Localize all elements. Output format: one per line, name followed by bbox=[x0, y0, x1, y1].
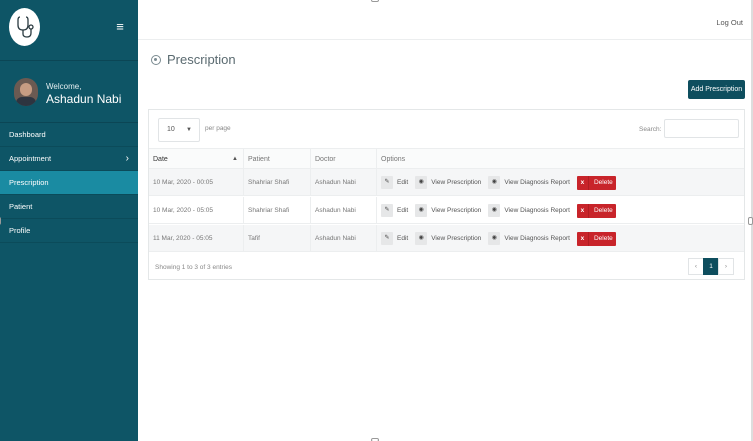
delete-label: Delete bbox=[593, 178, 613, 186]
user-panel: Welcome, Ashadun Nabi bbox=[14, 76, 121, 106]
menu-icon[interactable]: ≡ bbox=[112, 19, 128, 35]
cell-date: 10 Mar, 2020 - 05:05 bbox=[149, 197, 244, 224]
page-title: Prescription bbox=[151, 52, 236, 67]
cell-patient: Tafif bbox=[244, 225, 311, 252]
circle-dot-icon bbox=[151, 54, 161, 65]
view-diagnosis-report-button[interactable]: View Diagnosis Report bbox=[504, 197, 570, 224]
delete-label: Delete bbox=[593, 206, 613, 214]
eye-icon[interactable]: ◉ bbox=[488, 204, 501, 217]
chevron-right-icon: › bbox=[125, 153, 129, 164]
next-page-button[interactable]: › bbox=[718, 258, 734, 275]
edit-button[interactable]: Edit bbox=[397, 197, 408, 224]
column-header-patient[interactable]: Patient bbox=[244, 149, 311, 170]
username: Ashadun Nabi bbox=[46, 92, 122, 106]
main-content: Log Out Prescription Add Prescription 10… bbox=[138, 0, 753, 441]
cell-doctor: Ashadun Nabi bbox=[311, 169, 377, 196]
cell-doctor: Ashadun Nabi bbox=[311, 197, 377, 224]
view-prescription-button[interactable]: View Prescription bbox=[431, 197, 481, 224]
table-header: Date ▲ Patient Doctor Options bbox=[149, 148, 744, 170]
avatar bbox=[14, 78, 38, 106]
table-row: 11 Mar, 2020 - 05:05 Tafif Ashadun Nabi … bbox=[149, 225, 744, 252]
sidebar-item-label: Dashboard bbox=[9, 130, 46, 139]
sidebar-item-label: Appointment bbox=[9, 154, 52, 163]
stethoscope-icon[interactable] bbox=[9, 8, 40, 46]
eye-icon[interactable]: ◉ bbox=[488, 176, 501, 189]
prescription-table-card: 10 ▼ per page Search: Date ▲ Patient Doc… bbox=[148, 109, 745, 280]
add-prescription-button[interactable]: Add Prescription bbox=[688, 80, 745, 99]
divider bbox=[0, 60, 138, 61]
table-row: 10 Mar, 2020 - 00:05 Shahriar Shafi Asha… bbox=[149, 169, 744, 196]
sidebar-item-label: Patient bbox=[9, 202, 33, 211]
sidebar-item-label: Prescription bbox=[9, 178, 49, 187]
resize-handle[interactable] bbox=[371, 0, 379, 2]
sidebar-item-dashboard[interactable]: Dashboard bbox=[0, 123, 138, 147]
delete-label: Delete bbox=[593, 234, 613, 242]
page-title-text: Prescription bbox=[167, 52, 236, 67]
column-header-label: Patient bbox=[248, 156, 270, 163]
delete-button[interactable]: x Delete bbox=[576, 231, 616, 246]
view-diagnosis-report-button[interactable]: View Diagnosis Report bbox=[504, 225, 570, 252]
sidebar-item-prescription[interactable]: Prescription bbox=[0, 171, 138, 195]
close-icon: x bbox=[577, 203, 589, 218]
per-page-select[interactable]: 10 ▼ bbox=[158, 118, 200, 142]
sort-asc-icon: ▲ bbox=[232, 156, 238, 162]
search-label: Search: bbox=[639, 126, 662, 133]
column-header-options: Options bbox=[377, 149, 744, 170]
cell-patient: Shahriar Shafi bbox=[244, 197, 311, 224]
eye-icon[interactable]: ◉ bbox=[488, 232, 501, 245]
sidebar-item-patient[interactable]: Patient bbox=[0, 195, 138, 219]
cell-doctor: Ashadun Nabi bbox=[311, 225, 377, 252]
cell-options: ✎ Edit ◉ View Prescription ◉ View Diagno… bbox=[379, 225, 744, 252]
cell-date: 10 Mar, 2020 - 00:05 bbox=[149, 169, 244, 196]
top-bar: Log Out bbox=[138, 0, 753, 40]
sidebar-item-appointment[interactable]: Appointment › bbox=[0, 147, 138, 171]
view-prescription-button[interactable]: View Prescription bbox=[431, 169, 481, 196]
pencil-icon[interactable]: ✎ bbox=[381, 204, 393, 217]
column-header-date[interactable]: Date ▲ bbox=[149, 149, 244, 170]
per-page-value: 10 bbox=[167, 126, 175, 133]
close-icon: x bbox=[577, 175, 589, 190]
close-icon: x bbox=[577, 231, 589, 246]
cell-options: ✎ Edit ◉ View Prescription ◉ View Diagno… bbox=[379, 197, 744, 224]
delete-button[interactable]: x Delete bbox=[576, 203, 616, 218]
entries-info: Showing 1 to 3 of 3 entries bbox=[155, 264, 232, 271]
eye-icon[interactable]: ◉ bbox=[415, 204, 428, 217]
welcome-text: Welcome, bbox=[46, 82, 82, 91]
edit-button[interactable]: Edit bbox=[397, 169, 408, 196]
pencil-icon[interactable]: ✎ bbox=[381, 232, 393, 245]
resize-handle[interactable] bbox=[748, 217, 753, 225]
sidebar: ≡ Welcome, Ashadun Nabi Dashboard Appoin… bbox=[0, 0, 138, 441]
delete-button[interactable]: x Delete bbox=[576, 175, 616, 190]
eye-icon[interactable]: ◉ bbox=[415, 176, 428, 189]
cell-date: 11 Mar, 2020 - 05:05 bbox=[149, 225, 244, 252]
column-header-label: Date bbox=[153, 156, 168, 163]
per-page-label: per page bbox=[205, 125, 231, 132]
pencil-icon[interactable]: ✎ bbox=[381, 176, 393, 189]
chevron-down-icon: ▼ bbox=[186, 127, 192, 133]
page-button[interactable]: 1 bbox=[703, 258, 719, 275]
column-header-doctor[interactable]: Doctor bbox=[311, 149, 377, 170]
cell-options: ✎ Edit ◉ View Prescription ◉ View Diagno… bbox=[379, 169, 744, 196]
table-row: 10 Mar, 2020 - 05:05 Shahriar Shafi Asha… bbox=[149, 197, 744, 224]
column-header-label: Options bbox=[381, 156, 406, 163]
logout-link[interactable]: Log Out bbox=[716, 18, 743, 27]
sidebar-item-profile[interactable]: Profile bbox=[0, 219, 138, 243]
pagination: ‹ 1 › bbox=[688, 258, 734, 275]
cell-patient: Shahriar Shafi bbox=[244, 169, 311, 196]
prev-page-button[interactable]: ‹ bbox=[688, 258, 704, 275]
edit-button[interactable]: Edit bbox=[397, 225, 408, 252]
view-prescription-button[interactable]: View Prescription bbox=[431, 225, 481, 252]
sidebar-item-label: Profile bbox=[9, 226, 31, 235]
search-input[interactable] bbox=[664, 119, 739, 138]
column-header-label: Doctor bbox=[315, 156, 336, 163]
view-diagnosis-report-button[interactable]: View Diagnosis Report bbox=[504, 169, 570, 196]
eye-icon[interactable]: ◉ bbox=[415, 232, 428, 245]
